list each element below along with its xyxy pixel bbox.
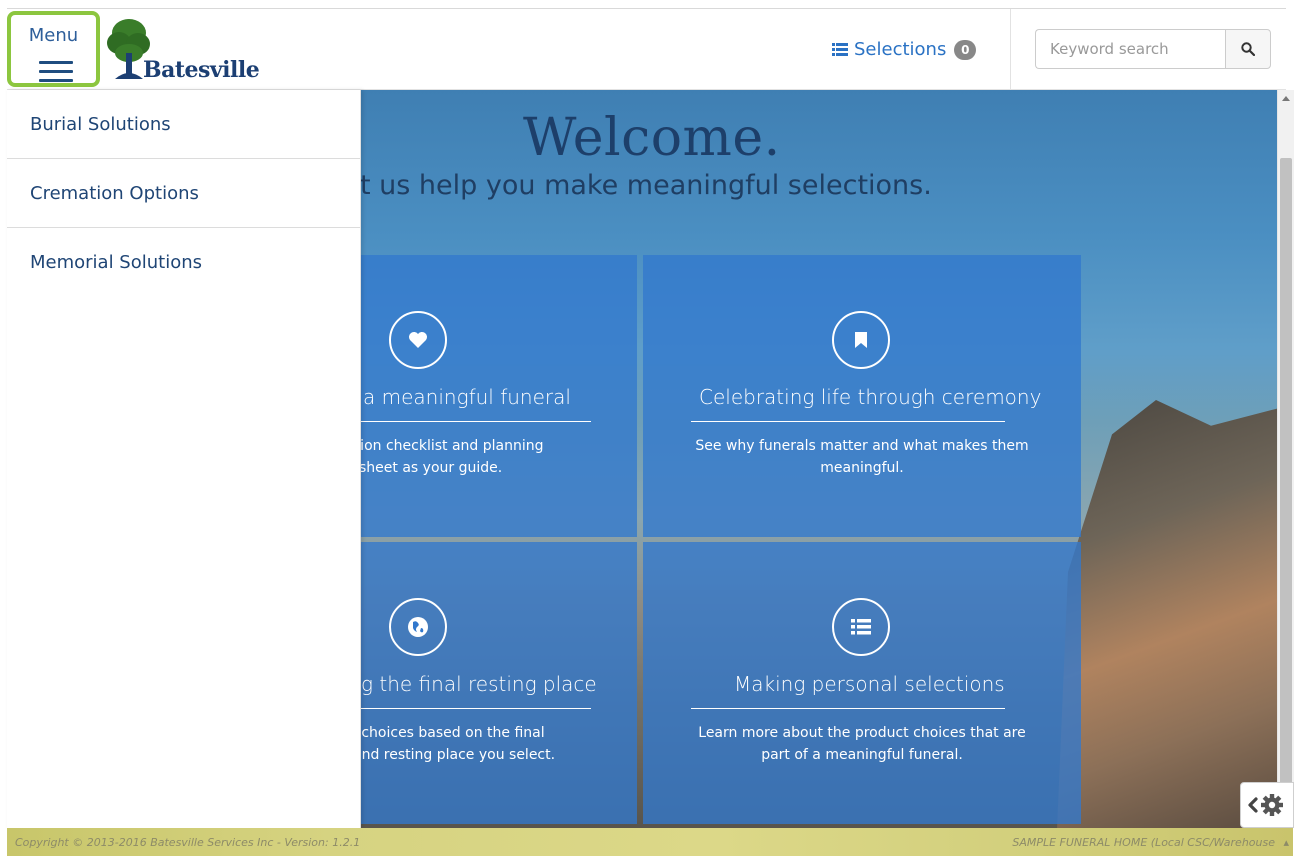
tile-description: l choices based on the final and resting… [353, 722, 593, 766]
keyword-search-input[interactable] [1035, 29, 1225, 69]
globe-icon [389, 598, 447, 656]
side-menu-item-burial-solutions[interactable]: Burial Solutions [7, 90, 360, 159]
tile-title: a meaningful funeral [363, 385, 571, 409]
hamburger-icon [39, 61, 73, 83]
menu-button[interactable]: Menu [7, 11, 100, 87]
hero-subtitle: t us help you make meaningful selections… [360, 170, 932, 201]
batesville-logo[interactable]: Batesville [107, 17, 267, 83]
tile-description-line: l choices based on the final [353, 725, 545, 741]
selections-link[interactable]: Selections 0 [832, 39, 977, 60]
selections-label: Selections [854, 39, 947, 60]
tile-description-line: meaningful. [820, 460, 904, 476]
search-bar [1035, 29, 1271, 69]
gear-icon [1248, 794, 1283, 816]
tile-description: ision checklist and planning sheet as yo… [349, 435, 579, 479]
side-menu-panel: Burial Solutions Cremation Options Memor… [7, 90, 361, 828]
top-header: Menu Batesville Selections 0 [7, 8, 1286, 90]
settings-toggle[interactable] [1240, 782, 1294, 828]
tile-description-line: sheet as your guide. [359, 460, 503, 476]
tile-description: Learn more about the product choices tha… [643, 722, 1081, 766]
tile-description-line: See why funerals matter and what makes t… [695, 438, 1029, 454]
copyright-text: Copyright © 2013-2016 Batesville Service… [15, 836, 361, 849]
tile-description-line: Learn more about the product choices tha… [698, 725, 1026, 741]
hero-title: Welcome. [523, 108, 781, 168]
list-icon [832, 43, 848, 56]
coastal-rocks [1057, 400, 1277, 828]
tile-divider [691, 421, 1005, 422]
tile-title: Celebrating life through ceremony [699, 385, 1042, 409]
tile-celebrating-life[interactable]: Celebrating life through ceremony See wh… [643, 255, 1081, 537]
caret-up-icon[interactable]: ▴ [1283, 836, 1289, 849]
search-button[interactable] [1225, 29, 1271, 69]
tile-title: Making personal selections [734, 672, 1005, 696]
tile-description: See why funerals matter and what makes t… [643, 435, 1081, 479]
vertical-scrollbar[interactable] [1277, 90, 1294, 828]
tile-description-line: part of a meaningful funeral. [761, 747, 963, 763]
scrollbar-thumb[interactable] [1280, 158, 1292, 798]
menu-label: Menu [28, 25, 79, 46]
tile-description-line: ision checklist and planning [349, 438, 544, 454]
scroll-up-arrow-icon[interactable] [1282, 96, 1290, 101]
selections-count-badge: 0 [954, 39, 977, 60]
list-icon [832, 598, 890, 656]
bookmark-icon [832, 311, 890, 369]
tile-description-line: and resting place you select. [353, 747, 556, 763]
tile-title: g the final resting place [361, 672, 597, 696]
footer-bar: Copyright © 2013-2016 Batesville Service… [7, 828, 1293, 856]
search-icon [1241, 42, 1255, 56]
side-menu-item-memorial-solutions[interactable]: Memorial Solutions [7, 228, 360, 297]
tile-personal-selections[interactable]: Making personal selections Learn more ab… [643, 542, 1081, 824]
brand-name: Batesville [143, 57, 260, 83]
tile-divider [691, 708, 1005, 709]
heart-icon [389, 311, 447, 369]
header-divider [1010, 9, 1011, 90]
funeral-home-selector[interactable]: SAMPLE FUNERAL HOME (Local CSC/Warehouse [1012, 836, 1275, 849]
tile-divider [361, 421, 591, 422]
side-menu-item-cremation-options[interactable]: Cremation Options [7, 159, 360, 228]
tile-divider [361, 708, 591, 709]
